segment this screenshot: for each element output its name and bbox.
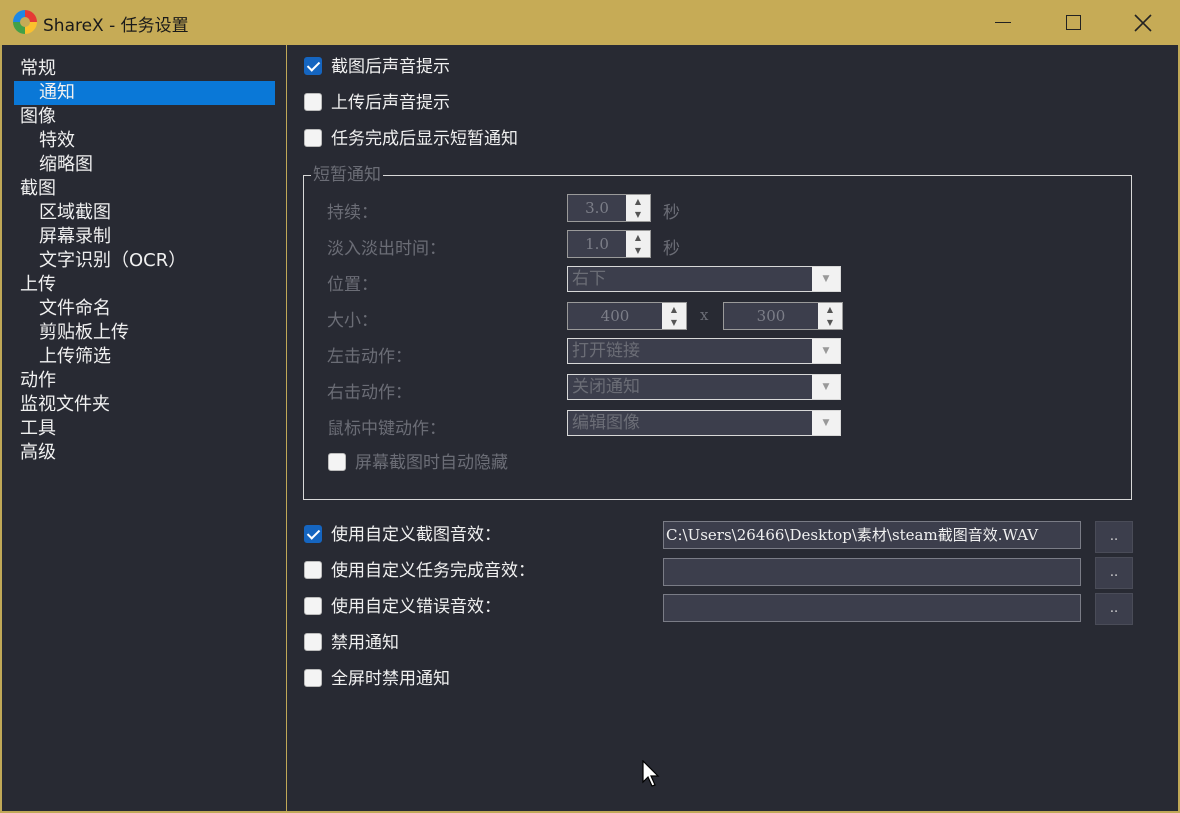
maximize-icon: [1066, 15, 1081, 30]
custom-complete-sound-path[interactable]: [663, 558, 1081, 586]
custom-error-sound-path[interactable]: [663, 594, 1081, 622]
left-click-label: 左击动作：: [327, 347, 412, 367]
spin-down-icon[interactable]: ▼: [626, 208, 650, 221]
size-label: 大小：: [327, 311, 378, 331]
close-button[interactable]: [1108, 0, 1178, 45]
tree-item-capture[interactable]: 截图: [20, 177, 56, 201]
toast-group-title: 短暂通知: [311, 164, 383, 186]
close-icon: [1134, 14, 1152, 32]
upload-sound-checkbox[interactable]: [304, 93, 322, 111]
fade-label: 淡入淡出时间：: [327, 239, 446, 259]
duration-unit: 秒: [663, 203, 680, 223]
custom-capture-sound-path[interactable]: C:\Users\26466\Desktop\素材\steam截图音效.WAV: [663, 521, 1081, 549]
custom-error-sound-checkbox[interactable]: [304, 597, 322, 615]
left-click-dropdown[interactable]: 打开链接 ▼: [567, 338, 841, 364]
maximize-button[interactable]: [1038, 0, 1108, 45]
sharex-app-icon: [13, 10, 37, 34]
middle-click-label: 鼠标中键动作：: [327, 419, 446, 439]
browse-complete-sound-button[interactable]: ..: [1095, 557, 1133, 589]
tree-item-effects[interactable]: 特效: [39, 129, 75, 153]
duration-label: 持续：: [327, 203, 378, 223]
width-spinner[interactable]: 400 ▲ ▼: [567, 302, 687, 330]
chevron-down-icon: ▼: [812, 267, 840, 291]
minimize-icon: [995, 22, 1011, 23]
disable-notifications-checkbox[interactable]: [304, 633, 322, 651]
tree-item-watch-folders[interactable]: 监视文件夹: [20, 393, 110, 417]
tree-item-tools[interactable]: 工具: [20, 417, 56, 441]
disable-fullscreen-checkbox[interactable]: [304, 669, 322, 687]
tree-item-actions[interactable]: 动作: [20, 369, 56, 393]
settings-nav-tree: 常规 通知 图像 特效 缩略图 截图 区域截图 屏幕录制 文字识别（OCR） 上…: [2, 45, 286, 811]
width-value: 400: [600, 307, 630, 325]
chevron-down-icon: ▼: [812, 375, 840, 399]
chevron-down-icon: ▼: [812, 339, 840, 363]
browse-error-sound-button[interactable]: ..: [1095, 593, 1133, 625]
duration-spinner[interactable]: 3.0 ▲ ▼: [567, 194, 651, 222]
capture-sound-label: 截图后声音提示: [331, 57, 450, 77]
spin-up-icon[interactable]: ▲: [626, 195, 650, 208]
right-click-dropdown[interactable]: 关闭通知 ▼: [567, 374, 841, 400]
size-separator: x: [700, 306, 709, 324]
middle-click-value: 编辑图像: [572, 413, 640, 433]
spin-down-icon[interactable]: ▼: [662, 316, 686, 329]
left-click-value: 打开链接: [572, 341, 640, 361]
custom-capture-sound-checkbox[interactable]: [304, 525, 322, 543]
tree-item-screen-recording[interactable]: 屏幕录制: [39, 225, 111, 249]
toast-settings-group: 短暂通知 持续： 3.0 ▲ ▼ 秒 淡入淡出时间： 1.0 ▲ ▼ 秒 位置：…: [303, 164, 1132, 500]
custom-capture-sound-label: 使用自定义截图音效：: [331, 525, 501, 545]
position-dropdown[interactable]: 右下 ▼: [567, 266, 841, 292]
spin-up-icon[interactable]: ▲: [626, 231, 650, 244]
middle-click-dropdown[interactable]: 编辑图像 ▼: [567, 410, 841, 436]
browse-capture-sound-button[interactable]: ..: [1095, 521, 1133, 553]
right-click-label: 右击动作：: [327, 383, 412, 403]
tree-item-image[interactable]: 图像: [20, 105, 56, 129]
tree-item-region-capture[interactable]: 区域截图: [39, 201, 111, 225]
height-spinner[interactable]: 300 ▲ ▼: [723, 302, 843, 330]
custom-complete-sound-label: 使用自定义任务完成音效：: [331, 561, 535, 581]
upload-sound-label: 上传后声音提示: [331, 93, 450, 113]
tree-item-upload-filters[interactable]: 上传筛选: [39, 345, 111, 369]
spin-down-icon[interactable]: ▼: [818, 316, 842, 329]
right-click-value: 关闭通知: [572, 377, 640, 397]
fade-spinner[interactable]: 1.0 ▲ ▼: [567, 230, 651, 258]
fade-value: 1.0: [585, 235, 609, 253]
disable-fullscreen-label: 全屏时禁用通知: [331, 669, 450, 689]
height-value: 300: [756, 307, 786, 325]
custom-complete-sound-checkbox[interactable]: [304, 561, 322, 579]
auto-hide-label: 屏幕截图时自动隐藏: [355, 453, 508, 473]
duration-value: 3.0: [585, 199, 609, 217]
tree-item-clipboard-upload[interactable]: 剪贴板上传: [39, 321, 129, 345]
capture-sound-checkbox[interactable]: [304, 57, 322, 75]
tree-item-label: 通知: [39, 82, 75, 103]
tree-item-general[interactable]: 常规: [20, 57, 56, 81]
disable-notifications-label: 禁用通知: [331, 633, 399, 653]
mouse-cursor-icon: [642, 760, 660, 787]
window-title: ShareX - 任务设置: [43, 16, 189, 36]
custom-error-sound-label: 使用自定义错误音效：: [331, 597, 501, 617]
spin-down-icon[interactable]: ▼: [626, 244, 650, 257]
tree-item-notifications[interactable]: 通知: [14, 81, 275, 105]
tree-item-file-naming[interactable]: 文件命名: [39, 297, 111, 321]
notification-settings-panel: 截图后声音提示 上传后声音提示 任务完成后显示短暂通知 短暂通知 持续： 3.0…: [287, 45, 1178, 811]
tree-item-upload[interactable]: 上传: [20, 273, 56, 297]
position-value: 右下: [572, 269, 606, 289]
auto-hide-checkbox[interactable]: [328, 453, 346, 471]
spin-up-icon[interactable]: ▲: [662, 303, 686, 316]
fade-unit: 秒: [663, 239, 680, 259]
title-bar: ShareX - 任务设置: [0, 0, 1180, 45]
chevron-down-icon: ▼: [812, 411, 840, 435]
tree-item-advanced[interactable]: 高级: [20, 441, 56, 465]
tree-item-thumbnail[interactable]: 缩略图: [39, 153, 93, 177]
toast-on-complete-label: 任务完成后显示短暂通知: [331, 129, 518, 149]
spin-up-icon[interactable]: ▲: [818, 303, 842, 316]
tree-item-ocr[interactable]: 文字识别（OCR）: [39, 249, 186, 273]
position-label: 位置：: [327, 275, 378, 295]
toast-on-complete-checkbox[interactable]: [304, 129, 322, 147]
